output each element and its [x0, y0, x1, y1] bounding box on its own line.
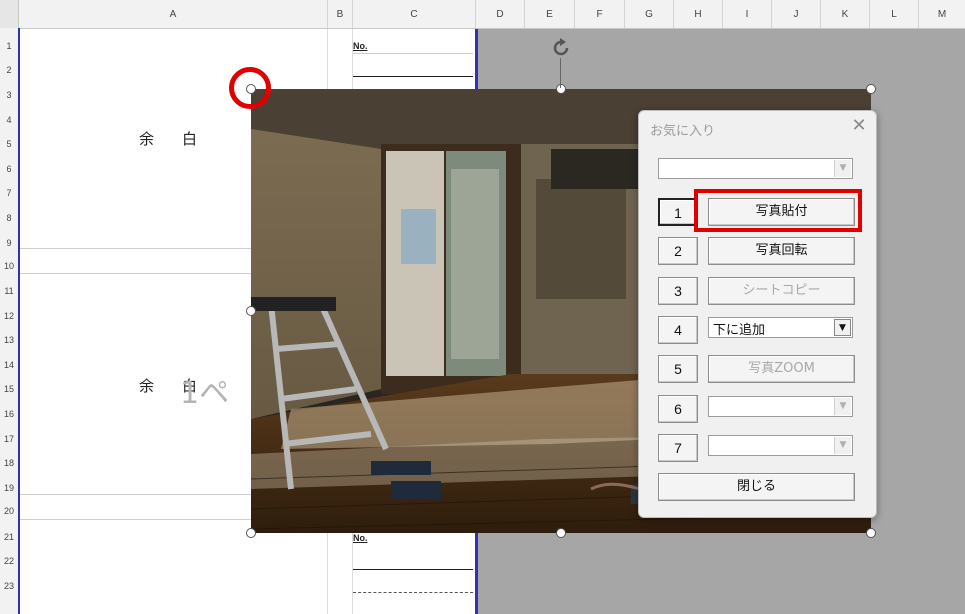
row-header-item[interactable]: 3 — [0, 90, 18, 100]
row-header-item[interactable]: 17 — [0, 434, 18, 444]
close-dialog-button[interactable]: 閉じる — [658, 473, 855, 501]
column-header-d[interactable]: D — [476, 0, 525, 28]
favorite-select[interactable]: ▼ — [658, 158, 853, 179]
column-header-i[interactable]: I — [723, 0, 772, 28]
column-header-j[interactable]: J — [772, 0, 821, 28]
step-1-number-button[interactable]: 1 — [658, 198, 698, 226]
column-header-e[interactable]: E — [525, 0, 575, 28]
resize-handle-bottom-left[interactable] — [246, 528, 256, 538]
step-7-number-button[interactable]: 7 — [658, 434, 698, 462]
row-header-item[interactable]: 9 — [0, 238, 18, 248]
dropdown-arrow-icon[interactable]: ▼ — [834, 160, 851, 177]
row-header-item[interactable]: 12 — [0, 311, 18, 321]
number-label: No. — [353, 533, 368, 543]
column-header-k[interactable]: K — [821, 0, 870, 28]
column-header-h[interactable]: H — [674, 0, 723, 28]
column-header-c[interactable]: C — [353, 0, 476, 28]
step-7-select[interactable]: ▼ — [708, 435, 853, 456]
row-header-item[interactable]: 20 — [0, 506, 18, 516]
row-header-item[interactable]: 19 — [0, 483, 18, 493]
row-header-item[interactable]: 10 — [0, 261, 18, 271]
step-5-number-button[interactable]: 5 — [658, 355, 698, 383]
resize-handle-bottom-right[interactable] — [866, 528, 876, 538]
row-header: 1 2 3 4 5 6 7 8 9 10 11 12 13 14 15 16 1… — [0, 28, 20, 614]
column-header-m[interactable]: M — [919, 0, 965, 28]
underline — [353, 569, 473, 570]
row-header-item[interactable]: 6 — [0, 164, 18, 174]
row-header-item[interactable]: 2 — [0, 65, 18, 75]
rotate-handle-line — [560, 58, 561, 88]
sheet-copy-button[interactable]: シートコピー — [708, 277, 855, 305]
step-6-number-button[interactable]: 6 — [658, 395, 698, 423]
row-header-item[interactable]: 21 — [0, 532, 18, 542]
resize-handle-top[interactable] — [556, 84, 566, 94]
add-below-select-value: 下に追加 — [713, 323, 766, 338]
row-header-item[interactable]: 22 — [0, 556, 18, 566]
photo-zoom-button[interactable]: 写真ZOOM — [708, 355, 855, 383]
row-header-item[interactable]: 16 — [0, 409, 18, 419]
step-2-number-button[interactable]: 2 — [658, 237, 698, 265]
row-header-item[interactable]: 23 — [0, 581, 18, 591]
step-3-number-button[interactable]: 3 — [658, 277, 698, 305]
step-4-number-button[interactable]: 4 — [658, 316, 698, 344]
dashed-line — [353, 592, 473, 593]
blank-label: 余白 — [139, 130, 226, 148]
row-header-item[interactable]: 14 — [0, 360, 18, 370]
select-all-corner[interactable] — [0, 0, 19, 28]
resize-handle-top-right[interactable] — [866, 84, 876, 94]
column-header-a[interactable]: A — [19, 0, 328, 28]
add-below-select[interactable]: 下に追加 ▼ — [708, 317, 853, 338]
underline — [353, 76, 473, 77]
column-header-f[interactable]: F — [575, 0, 625, 28]
highlight-box-paste-photo — [694, 189, 862, 232]
row-header-item[interactable]: 1 — [0, 41, 18, 51]
dropdown-arrow-icon[interactable]: ▼ — [834, 437, 851, 454]
row-header-item[interactable]: 8 — [0, 213, 18, 223]
close-icon[interactable]: ✕ — [848, 115, 870, 137]
dropdown-arrow-icon[interactable]: ▼ — [834, 398, 851, 415]
resize-handle-bottom[interactable] — [556, 528, 566, 538]
row-header-item[interactable]: 5 — [0, 139, 18, 149]
column-header-g[interactable]: G — [625, 0, 674, 28]
row-header-item[interactable]: 15 — [0, 384, 18, 394]
favorites-dialog: お気に入り ✕ ▼ 1 写真貼付 2 写真回転 3 シートコピー 4 下に追加 … — [638, 110, 877, 518]
row-header-item[interactable]: 18 — [0, 458, 18, 468]
rotate-photo-button[interactable]: 写真回転 — [708, 237, 855, 265]
dropdown-arrow-icon[interactable]: ▼ — [834, 319, 851, 336]
row-divider — [353, 53, 473, 54]
highlight-circle — [229, 67, 271, 109]
page-number-watermark: 1ペ — [180, 376, 230, 411]
row-header-item[interactable]: 13 — [0, 335, 18, 345]
step-6-select[interactable]: ▼ — [708, 396, 853, 417]
row-header-item[interactable]: 4 — [0, 115, 18, 125]
row-header-item[interactable]: 7 — [0, 188, 18, 198]
rotate-handle-icon[interactable] — [549, 36, 573, 60]
column-header: A B C D E F G H I J K L M — [0, 0, 965, 29]
resize-handle-left[interactable] — [246, 306, 256, 316]
number-label: No. — [353, 41, 368, 51]
column-header-b[interactable]: B — [328, 0, 353, 28]
column-header-l[interactable]: L — [870, 0, 919, 28]
row-header-item[interactable]: 11 — [0, 286, 18, 296]
dialog-title: お気に入り — [650, 124, 716, 139]
